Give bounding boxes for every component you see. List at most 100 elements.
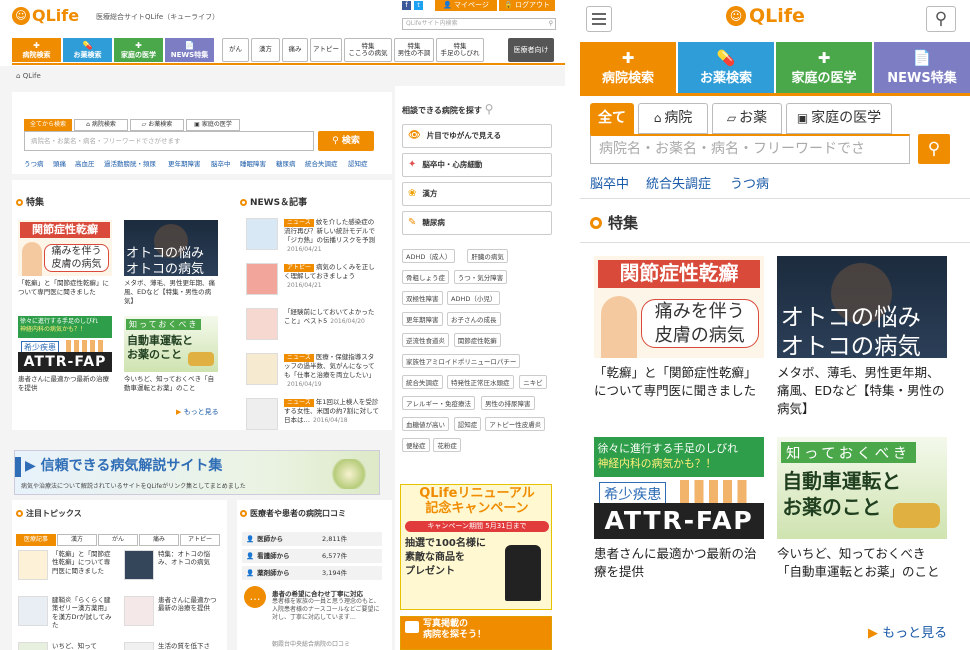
feature-more-link[interactable]: ▶ もっと見る: [176, 407, 219, 417]
quick-link-8[interactable]: 統合失調症: [305, 158, 338, 168]
category-button-3[interactable]: 📄 NEWS特集: [165, 38, 214, 62]
category-button-2[interactable]: ✚ 家庭の医学: [114, 38, 163, 62]
news-thumb[interactable]: [246, 308, 278, 340]
topic-item-2[interactable]: 腱鞘炎「らくらく腱策ゼリー漢方薬用」を漢方Drが試してみた: [52, 596, 114, 636]
news-item-0[interactable]: ニュース 蚊を介した感染症の流行再び？新しい統計モデルで「ジカ熱」の伝播リスクを予…: [284, 218, 380, 254]
review-row-0[interactable]: 👤 医師から 2,811件: [242, 532, 382, 546]
mobile-feature-card-2[interactable]: 徐々に進行する手足のしびれ 神経内科の病気かも？！ 希少疾患 ATTR-FAP 患者さん…: [594, 437, 764, 581]
topics-tab-2[interactable]: がん: [98, 534, 138, 546]
mobile-quick-link-2[interactable]: うつ病: [730, 173, 769, 192]
photo-hospital-banner[interactable]: 写真掲載の 病院を探そう！: [400, 616, 552, 650]
sites-banner[interactable]: ▶ 信頼できる病気解説サイト集 病気や治療法について解説されているサイトをQLi…: [14, 450, 380, 495]
quick-link-2[interactable]: 高血圧: [75, 158, 95, 168]
mypage-button[interactable]: 👤 マイページ: [435, 0, 497, 11]
site-logo[interactable]: ☺ QLife: [12, 6, 79, 25]
disease-tab-4[interactable]: 特集 こころの病気: [344, 38, 392, 62]
site-search-input[interactable]: QLifeサイト内検索 ⚲: [402, 18, 556, 30]
hamburger-menu-icon[interactable]: [586, 6, 612, 32]
review-quote-source[interactable]: 朝霞台中央総合病院の口コミ: [272, 639, 350, 648]
main-search-input[interactable]: 病院名・お薬名・病名・フリーワードでさがせます: [24, 131, 314, 151]
breadcrumb-home[interactable]: ⌂ QLife: [16, 72, 41, 80]
mobile-search-input[interactable]: 病院名・お薬名・病名・フリーワードでさ: [590, 134, 910, 164]
quick-link-9[interactable]: 認知症: [348, 158, 368, 168]
main-search-button[interactable]: ⚲ 検索: [318, 131, 374, 151]
disease-tab-0[interactable]: がん: [222, 38, 249, 62]
disease-tab-1[interactable]: 漢方: [251, 38, 280, 62]
disease-tab-5[interactable]: 特集 男性の不調: [394, 38, 434, 62]
news-thumb[interactable]: [246, 263, 278, 295]
mobile-quick-link-0[interactable]: 脳卒中: [590, 173, 629, 192]
disease-tab-6[interactable]: 特集 手足のしびれ: [436, 38, 484, 62]
mobile-feature-card-0[interactable]: 関節症性乾癬 痛みを伴う 皮膚の病気 「乾癬」と「関節症性乾癬」について専門医に聞きま…: [594, 256, 764, 400]
news-item-4[interactable]: ニュース 年1回以上検人を受診する女性、米国の約7割に対して日本は… 2016/04…: [284, 398, 380, 425]
mobile-search-icon[interactable]: ⚲: [926, 6, 956, 32]
topic-thumb[interactable]: [124, 642, 154, 650]
topic-item-3[interactable]: 患者さんに最適かつ最新の治療を提供: [158, 596, 220, 636]
sidebar-tag-1[interactable]: 肝臓の病気: [467, 249, 508, 263]
sidebar-tag-8[interactable]: 逆流性食道炎: [402, 333, 449, 347]
sidebar-tag-19[interactable]: 便秘症: [402, 438, 430, 452]
mobile-category-button-1[interactable]: 💊 お薬検索: [678, 42, 774, 93]
review-row-2[interactable]: 👤 薬剤師から 3,194件: [242, 566, 382, 580]
mobile-category-button-0[interactable]: ✚ 病院検索: [580, 42, 676, 93]
sidebar-tag-15[interactable]: 男性の排尿障害: [481, 396, 535, 410]
mobile-more-link[interactable]: ▶ もっと見る: [868, 622, 947, 641]
quick-link-0[interactable]: うつ病: [24, 158, 44, 168]
mobile-logo[interactable]: ☺ QLife: [726, 5, 805, 27]
mobile-category-button-3[interactable]: 📄 NEWS特集: [874, 42, 970, 93]
mobile-feature-card-1[interactable]: オトコの悩み オトコの病気 メタボ、薄毛、男性更年期、痛風、EDなど【特集・男性の病…: [777, 256, 947, 418]
topics-tab-4[interactable]: アトピー: [180, 534, 220, 546]
sidebar-tag-12[interactable]: 特発性正常圧水頭症: [447, 375, 514, 389]
sidebar-tag-20[interactable]: 花粉症: [433, 438, 461, 452]
topic-thumb[interactable]: [18, 596, 48, 626]
sidebar-tag-13[interactable]: ニキビ: [519, 375, 547, 389]
sidebar-item-2[interactable]: ❀ 漢方: [402, 182, 552, 206]
sidebar-tag-6[interactable]: 更年期障害: [402, 312, 443, 326]
quick-link-1[interactable]: 頭痛: [53, 158, 66, 168]
topic-thumb[interactable]: [124, 596, 154, 626]
mobile-search-tab-2[interactable]: ▱ お薬: [712, 103, 782, 134]
topic-item-4[interactable]: いちど、知って: [52, 642, 114, 650]
quick-link-7[interactable]: 糖尿病: [276, 158, 296, 168]
news-item-2[interactable]: 「経験前にしておいてよかったこと」ベスト5 2016/04/20: [284, 308, 380, 326]
search-tab-0[interactable]: 全てから検索: [24, 119, 72, 131]
topic-thumb[interactable]: [18, 550, 48, 580]
campaign-banner[interactable]: QLifeリニューアル 記念キャンペーン キャンペーン期間 5月31日まで 抽選…: [400, 484, 552, 610]
logout-button[interactable]: 🔒 ログアウト: [499, 0, 555, 11]
feature-card-0[interactable]: 関節症性乾癬 痛みを伴う 皮膚の病気 「乾癬」と「関節症性乾癬」について専門医に聞きま…: [18, 220, 112, 297]
news-item-3[interactable]: ニュース 医療・保健指導スタッフの過半数、気がんになっても「仕事と治療を両立したい…: [284, 353, 380, 389]
mobile-feature-card-3[interactable]: 知っておくべき 自動車運転と お薬のこと 今いちど、知っておくべき「自動車運転とお薬」…: [777, 437, 947, 581]
sidebar-tag-16[interactable]: 血糖値が高い: [402, 417, 449, 431]
quick-link-3[interactable]: 過活動膀胱・頻尿: [104, 158, 156, 168]
search-tab-2[interactable]: ▱ お薬検索: [130, 119, 184, 131]
news-thumb[interactable]: [246, 218, 278, 250]
news-thumb[interactable]: [246, 398, 278, 430]
sidebar-tag-17[interactable]: 認知症: [453, 417, 482, 431]
topic-thumb[interactable]: [18, 642, 48, 650]
search-icon[interactable]: ⚲: [549, 19, 553, 29]
news-item-1[interactable]: アトピー 病気のしくみを正しく理解しておきましょう2016/04/21: [284, 263, 380, 290]
sidebar-tag-7[interactable]: お子さんの成長: [447, 312, 501, 326]
topics-tab-1[interactable]: 漢方: [57, 534, 97, 546]
mobile-category-button-2[interactable]: ✚ 家庭の医学: [776, 42, 872, 93]
search-tab-1[interactable]: ⌂ 病院検索: [74, 119, 128, 131]
sidebar-tag-0[interactable]: ADHD（成人）: [402, 249, 456, 263]
category-button-1[interactable]: 💊 お薬検索: [63, 38, 112, 62]
facebook-icon[interactable]: f: [402, 1, 411, 10]
search-tab-3[interactable]: ▣ 家庭の医学: [186, 119, 240, 131]
mobile-search-tab-3[interactable]: ▣ 家庭の医学: [786, 103, 892, 134]
topic-item-5[interactable]: 生活の質を低下さ: [158, 642, 220, 650]
sidebar-item-0[interactable]: 👁 片目でゆがんで見える: [402, 124, 552, 148]
mobile-quick-link-1[interactable]: 統合失調症: [646, 173, 711, 192]
topic-item-1[interactable]: 特集：オトコの悩み、オトコの病気: [158, 550, 220, 590]
sidebar-item-1[interactable]: ✦ 脳卒中・心房細動: [402, 153, 552, 177]
mobile-search-tab-1[interactable]: ⌂ 病院: [638, 103, 708, 134]
mobile-search-button[interactable]: ⚲: [918, 134, 950, 164]
quick-link-5[interactable]: 脳卒中: [211, 158, 231, 168]
sidebar-tag-3[interactable]: うつ・気分障害: [453, 270, 508, 284]
sidebar-tag-18[interactable]: アトピー性皮膚炎: [485, 417, 546, 431]
sidebar-tag-5[interactable]: ADHD（小児）: [447, 291, 501, 305]
review-row-1[interactable]: 👤 看護師から 6,577件: [242, 549, 382, 563]
topic-thumb[interactable]: [124, 550, 154, 580]
sidebar-item-3[interactable]: ✎ 糖尿病: [402, 211, 552, 235]
